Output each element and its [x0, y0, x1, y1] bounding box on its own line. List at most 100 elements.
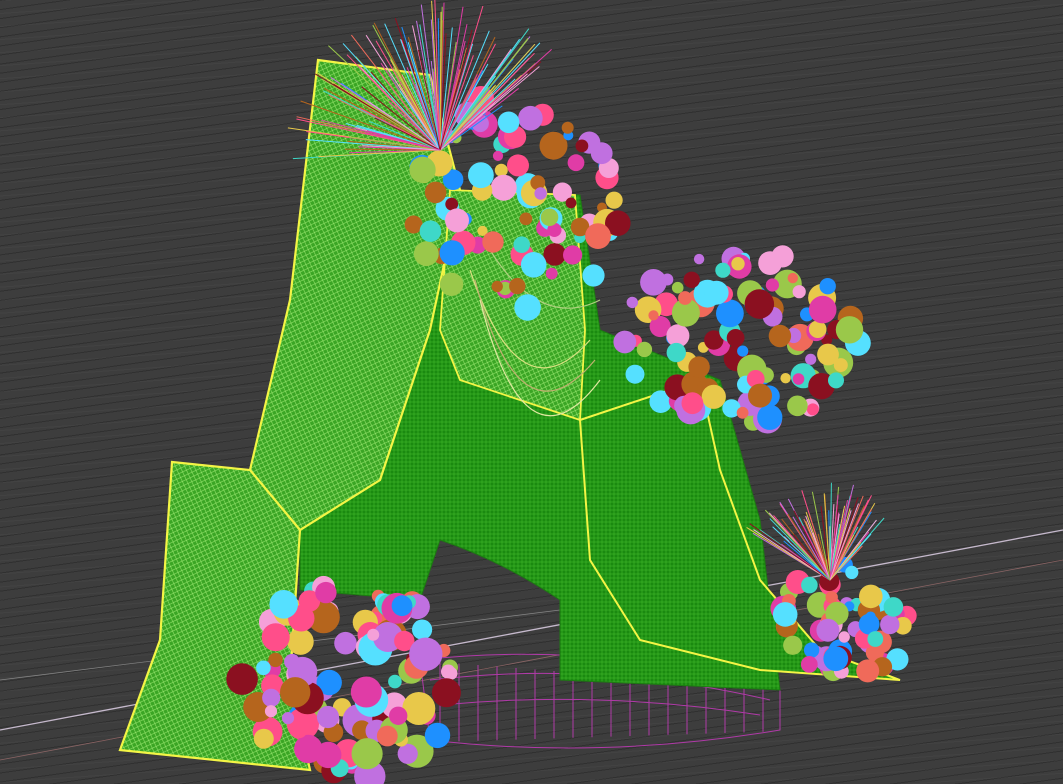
flower-blob — [865, 611, 876, 622]
flower-blob — [648, 310, 659, 321]
flower-blob — [315, 581, 337, 604]
flower-blob — [681, 392, 704, 415]
flower-blob — [513, 236, 530, 253]
flower-blob — [678, 291, 692, 305]
flower-blob — [280, 677, 311, 708]
flower-blob — [518, 105, 543, 131]
flower-blob — [715, 262, 731, 278]
flower-blob — [816, 618, 840, 642]
flower-blob — [316, 705, 340, 729]
flower-blob — [704, 280, 729, 305]
flower-blob — [575, 139, 589, 153]
flower-blob — [561, 121, 574, 134]
flower-blob — [402, 692, 436, 725]
flower-blob — [439, 272, 464, 296]
flower-blob — [737, 345, 749, 357]
flower-blob — [268, 652, 283, 668]
flower-blob — [389, 706, 408, 725]
flower-blob — [441, 664, 456, 679]
flower-blob — [838, 631, 850, 643]
flower-blob — [757, 404, 783, 430]
flower-blob — [520, 251, 547, 278]
flower-blob — [413, 241, 439, 267]
flower-blob — [819, 278, 836, 295]
flower-blob — [409, 637, 443, 671]
flower-blob — [613, 330, 637, 354]
flower-blob — [726, 329, 745, 347]
flower-blob — [605, 191, 623, 209]
flower-blob — [748, 383, 772, 408]
flower-blob — [772, 602, 798, 627]
flower-blob — [780, 373, 791, 384]
flower-blob — [397, 743, 418, 764]
flower-blob — [281, 712, 295, 725]
flower-blob — [540, 208, 559, 227]
flower-blob — [567, 154, 585, 172]
flower-blob — [409, 156, 436, 183]
flower-blob — [867, 631, 884, 647]
flower-blob — [625, 364, 645, 384]
flower-blob — [671, 281, 684, 294]
flower-blob — [565, 197, 577, 209]
flower-blob — [388, 674, 402, 689]
3d-viewport[interactable] — [0, 0, 1063, 784]
grass-burst-right[interactable] — [746, 482, 885, 581]
flower-blob — [491, 280, 503, 293]
flower-blob — [261, 623, 290, 652]
flower-blob — [492, 150, 504, 161]
flower-blob — [823, 646, 849, 672]
flower-blob — [859, 584, 883, 609]
flower-blob — [765, 278, 780, 292]
flower-blob — [509, 277, 526, 295]
flower-blob — [817, 343, 839, 366]
flower-blob — [803, 642, 820, 658]
flower-blob — [783, 635, 803, 655]
flower-blob — [701, 384, 726, 409]
flower-blob — [490, 174, 517, 201]
flower-blob — [269, 590, 299, 619]
flower-blob — [334, 631, 357, 655]
flower-blob — [543, 243, 566, 266]
flower-blob — [792, 285, 806, 299]
flower-blob — [801, 576, 818, 594]
flower-blob — [736, 406, 749, 419]
flower-blob — [825, 591, 838, 604]
flower-cluster-right[interactable] — [613, 245, 871, 434]
flower-blob — [376, 725, 398, 747]
flower-blob — [731, 257, 745, 271]
flower-blob — [519, 212, 533, 226]
flower-blob — [545, 267, 558, 280]
flower-blob — [880, 614, 900, 635]
flower-blob — [253, 728, 274, 749]
flower-blob — [497, 111, 520, 134]
flower-blob — [626, 296, 638, 309]
flower-blob — [582, 264, 605, 287]
flower-blob — [287, 628, 314, 655]
flower-blob — [590, 142, 613, 165]
flower-blob — [419, 220, 442, 242]
flower-blob — [482, 231, 504, 253]
flower-blob — [256, 660, 271, 676]
flower-blob — [835, 316, 864, 344]
flower-blob — [290, 720, 308, 739]
flower-blob — [563, 245, 583, 265]
wireframe-scene[interactable] — [0, 0, 1063, 784]
flower-blob — [683, 271, 700, 288]
flower-blob — [424, 181, 447, 204]
flower-blob — [806, 403, 819, 416]
flower-blob — [262, 688, 281, 707]
flower-blob — [494, 163, 508, 177]
flower-blob — [391, 595, 413, 617]
flower-blob — [666, 342, 686, 363]
flower-blob — [264, 705, 278, 718]
flower-blob — [805, 353, 817, 365]
flower-blob — [792, 373, 805, 385]
flower-blob — [787, 395, 808, 417]
flower-blob — [431, 678, 461, 708]
flower-blob — [787, 272, 798, 284]
flower-blob — [534, 187, 547, 200]
flower-blob — [412, 619, 433, 640]
flower-blob — [636, 341, 653, 358]
flower-blob — [350, 676, 382, 708]
flower-blob — [856, 659, 880, 683]
